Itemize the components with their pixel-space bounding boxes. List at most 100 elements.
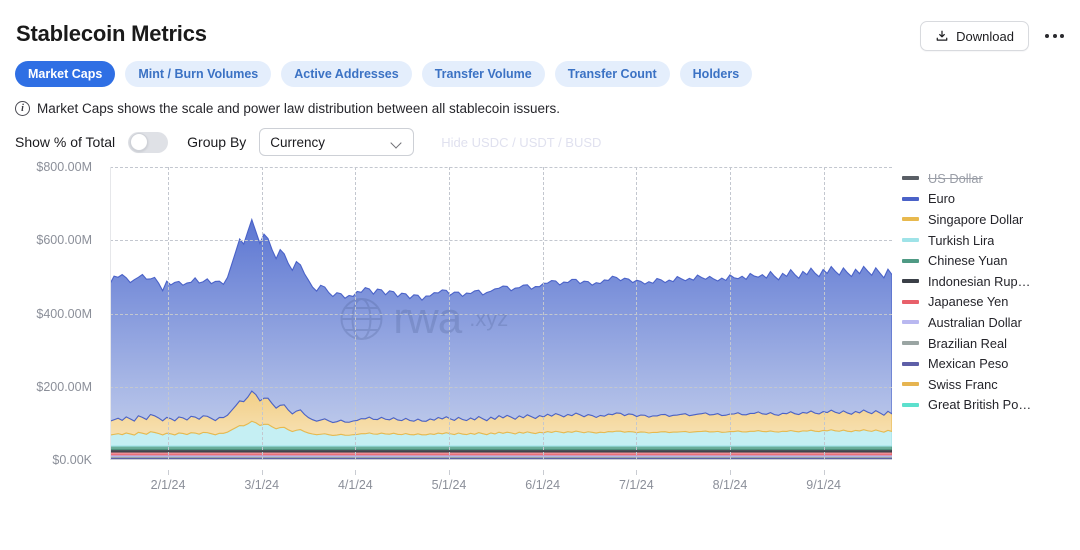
x-axis-label: 4/1/24 xyxy=(337,478,373,492)
tab-transfer-volume[interactable]: Transfer Volume xyxy=(421,61,545,87)
x-axis-tick xyxy=(636,470,638,475)
x-axis-label: 6/1/24 xyxy=(525,478,561,492)
tab-holders[interactable]: Holders xyxy=(679,61,753,87)
legend-color-swatch xyxy=(902,320,919,325)
gridline-vertical xyxy=(636,167,638,460)
y-axis-label: $600.00M xyxy=(36,233,92,248)
x-axis-tick xyxy=(449,470,451,475)
group-by-select[interactable]: Currency xyxy=(259,128,415,156)
info-circle-icon: i xyxy=(15,101,30,116)
download-button[interactable]: Download xyxy=(920,21,1029,51)
x-axis-label: 5/1/24 xyxy=(431,478,467,492)
tab-active-addresses[interactable]: Active Addresses xyxy=(281,61,412,87)
area-series xyxy=(110,217,892,424)
legend-item-label: Australian Dollar xyxy=(928,314,1022,330)
legend-item[interactable]: Great British Po… xyxy=(902,395,1078,416)
y-axis: $800.00M $600.00M $400.00M $200.00M $0.00K xyxy=(0,158,100,468)
legend-item-label: Singapore Dollar xyxy=(928,211,1024,227)
x-axis-tick xyxy=(261,470,263,475)
legend-item-label: Chinese Yuan xyxy=(928,253,1008,269)
y-axis-label: $800.00M xyxy=(36,160,92,174)
legend-color-swatch xyxy=(902,279,919,284)
legend-color-swatch xyxy=(902,361,919,366)
y-axis-label: $0.00K xyxy=(52,453,92,467)
info-banner: i Market Caps shows the scale and power … xyxy=(15,101,560,116)
stablecoin-metrics-page: Stablecoin Metrics Download Market Caps … xyxy=(0,0,1080,550)
legend-item[interactable]: Indonesian Rup… xyxy=(902,271,1078,292)
legend-item-label: US Dollar xyxy=(928,170,983,186)
legend-item[interactable]: Chinese Yuan xyxy=(902,250,1078,271)
legend-color-swatch xyxy=(902,382,919,387)
gridline-vertical xyxy=(542,167,544,460)
legend-item[interactable]: Japanese Yen xyxy=(902,292,1078,313)
legend-item[interactable]: Brazilian Real xyxy=(902,333,1078,354)
x-axis: 2/1/24 3/1/24 4/1/24 5/1/24 6/1/24 7/1/24 8/1/… xyxy=(110,470,892,496)
legend-item[interactable]: US Dollar xyxy=(902,168,1078,189)
x-axis-label: 2/1/24 xyxy=(150,478,186,492)
gridline xyxy=(110,167,892,168)
gridline-vertical xyxy=(823,167,825,460)
legend-item-label: Japanese Yen xyxy=(928,294,1009,310)
legend-color-swatch xyxy=(902,196,919,201)
gridline xyxy=(110,240,892,242)
x-axis-label: 8/1/24 xyxy=(712,478,748,492)
y-axis-label: $400.00M xyxy=(36,306,92,321)
plot-area[interactable]: rwa .xyz xyxy=(110,167,892,460)
download-button-label: Download xyxy=(956,28,1014,44)
legend-item[interactable]: Turkish Lira xyxy=(902,230,1078,251)
legend-item-label: Great British Po… xyxy=(928,397,1032,413)
legend-item[interactable]: Mexican Peso xyxy=(902,353,1078,374)
legend-item[interactable]: Swiss Franc xyxy=(902,374,1078,395)
chart-controls: Show % of Total Group By Currency Hide U… xyxy=(15,128,601,156)
x-axis-tick xyxy=(355,470,357,475)
y-axis-label: $200.00M xyxy=(36,379,92,394)
legend-item[interactable]: Singapore Dollar xyxy=(902,209,1078,230)
gridline-vertical xyxy=(729,167,731,460)
page-title: Stablecoin Metrics xyxy=(16,21,207,46)
show-percent-label: Show % of Total xyxy=(15,134,116,150)
x-axis-label: 9/1/24 xyxy=(806,478,842,492)
tab-mint-burn-volumes[interactable]: Mint / Burn Volumes xyxy=(125,61,272,87)
legend-item[interactable]: Australian Dollar xyxy=(902,312,1078,333)
tab-market-caps[interactable]: Market Caps xyxy=(15,61,116,87)
legend-color-swatch xyxy=(902,238,919,243)
hide-usdc-usdt-busd-link[interactable]: Hide USDC / USDT / BUSD xyxy=(441,135,601,150)
metric-tabs: Market Caps Mint / Burn Volumes Active A… xyxy=(15,61,753,87)
gridline xyxy=(110,313,892,315)
legend-color-swatch xyxy=(902,402,919,407)
x-axis-tick xyxy=(729,470,731,475)
gridline-vertical xyxy=(261,167,263,460)
info-text: Market Caps shows the scale and power la… xyxy=(37,101,561,116)
legend-item-label: Swiss Franc xyxy=(928,376,998,392)
header: Stablecoin Metrics Download xyxy=(0,0,1080,58)
tab-transfer-count[interactable]: Transfer Count xyxy=(554,61,670,87)
legend-item-label: Indonesian Rup… xyxy=(928,273,1031,289)
legend-color-swatch xyxy=(902,258,919,263)
x-axis-tick xyxy=(542,470,544,475)
gridline-vertical xyxy=(355,167,357,460)
gridline-vertical xyxy=(168,167,170,460)
x-axis-label: 3/1/24 xyxy=(244,478,280,492)
chart-legend: US Dollar Euro Singapore Dollar Turkish Lir… xyxy=(902,168,1078,415)
legend-item-label: Mexican Peso xyxy=(928,356,1009,372)
legend-item-label: Brazilian Real xyxy=(928,335,1007,351)
show-percent-toggle[interactable] xyxy=(128,131,169,153)
x-axis-label: 7/1/24 xyxy=(618,478,654,492)
legend-item-label: Turkish Lira xyxy=(928,232,995,248)
legend-item[interactable]: Euro xyxy=(902,189,1078,210)
toggle-knob xyxy=(129,133,148,151)
chevron-down-icon xyxy=(392,139,403,146)
legend-item-label: Euro xyxy=(928,191,956,207)
download-tray-icon xyxy=(935,29,949,43)
group-by-value: Currency xyxy=(270,134,326,150)
x-axis-tick xyxy=(823,470,825,475)
legend-color-swatch xyxy=(902,299,919,304)
header-actions: Download xyxy=(920,21,1066,51)
legend-color-swatch xyxy=(902,341,919,346)
ellipsis-icon[interactable] xyxy=(1043,28,1066,44)
x-axis-tick xyxy=(168,470,170,475)
group-by-label: Group By xyxy=(187,134,247,150)
legend-color-swatch xyxy=(902,217,919,222)
gridline-vertical xyxy=(449,167,451,460)
gridline xyxy=(110,386,892,388)
